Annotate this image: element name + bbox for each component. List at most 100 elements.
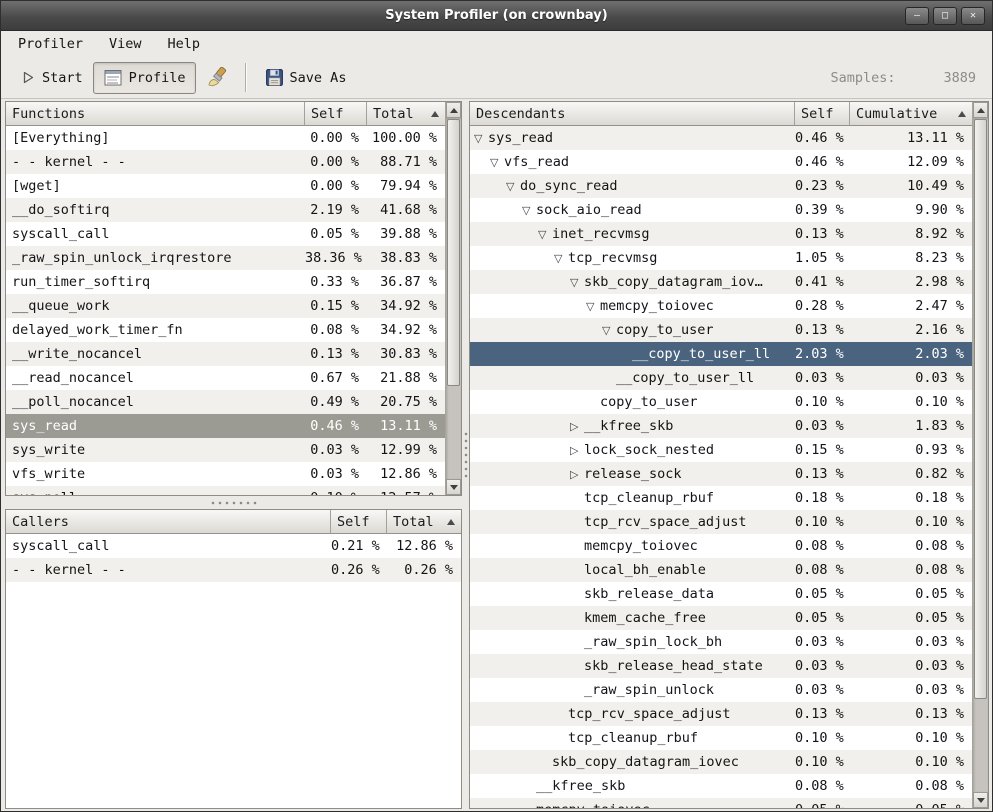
scrollbar-thumb[interactable]: [974, 119, 987, 699]
tree-expander-icon[interactable]: [474, 133, 488, 144]
start-button[interactable]: Start: [11, 64, 93, 92]
tree-row[interactable]: release_sock 0.13 % 0.82 %: [470, 462, 972, 486]
tree-row[interactable]: skb_copy_datagram_iovec 0.10 % 0.10 %: [470, 750, 972, 774]
column-header-descendants[interactable]: Descendants: [470, 102, 795, 126]
function-row[interactable]: [Everything] 0.00 % 100.00 %: [6, 126, 445, 150]
column-header-self[interactable]: Self: [795, 102, 850, 126]
horizontal-pane-splitter[interactable]: [5, 496, 462, 509]
function-row[interactable]: [wget] 0.00 % 79.94 %: [6, 174, 445, 198]
tree-row[interactable]: lock_sock_nested 0.15 % 0.93 %: [470, 438, 972, 462]
function-row[interactable]: __write_nocancel 0.13 % 30.83 %: [6, 342, 445, 366]
tree-row[interactable]: memcpy_toiovec 0.05 % 0.05 %: [470, 798, 972, 808]
column-header-cumulative[interactable]: Cumulative: [850, 102, 972, 126]
caller-row[interactable]: syscall_call 0.21 % 12.86 %: [6, 534, 461, 558]
minimize-button[interactable]: –: [905, 7, 929, 25]
function-row[interactable]: sys_write 0.03 % 12.99 %: [6, 438, 445, 462]
tree-row[interactable]: skb_release_data 0.05 % 0.05 %: [470, 582, 972, 606]
scrollbar-thumb[interactable]: [447, 119, 460, 386]
tree-row[interactable]: __kfree_skb 0.08 % 0.08 %: [470, 774, 972, 798]
function-row[interactable]: vfs_write 0.03 % 12.86 %: [6, 462, 445, 486]
function-row[interactable]: __poll_nocancel 0.49 % 20.75 %: [6, 390, 445, 414]
tree-expander-icon[interactable]: [554, 253, 568, 264]
tree-expander-icon[interactable]: [570, 445, 584, 456]
scrollbar-trough[interactable]: [973, 118, 988, 792]
column-header-self[interactable]: Self: [331, 510, 387, 534]
menu-view[interactable]: View: [96, 32, 155, 56]
descendant-cumulative-value: 0.10 %: [850, 754, 972, 770]
close-button[interactable]: ✕: [961, 7, 985, 25]
function-row[interactable]: __queue_work 0.15 % 34.92 %: [6, 294, 445, 318]
tree-row[interactable]: memcpy_toiovec 0.08 % 0.08 %: [470, 534, 972, 558]
tree-row[interactable]: vfs_read 0.46 % 12.09 %: [470, 150, 972, 174]
column-header-total[interactable]: Total: [367, 102, 445, 126]
function-total-value: 12.57 %: [367, 490, 445, 495]
scroll-up-button[interactable]: [446, 102, 461, 118]
tree-expander-icon[interactable]: [602, 325, 616, 336]
tree-expander-icon[interactable]: [586, 301, 600, 312]
menu-help[interactable]: Help: [155, 32, 214, 56]
function-self-value: 0.33 %: [305, 274, 367, 290]
function-row[interactable]: run_timer_softirq 0.33 % 36.87 %: [6, 270, 445, 294]
function-self-value: 0.10 %: [305, 490, 367, 495]
reset-button[interactable]: [196, 61, 237, 94]
tree-row[interactable]: __copy_to_user_ll 0.03 % 0.03 %: [470, 366, 972, 390]
column-header-functions[interactable]: Functions: [6, 102, 305, 126]
tree-expander-icon[interactable]: [506, 181, 520, 192]
caller-row[interactable]: - - kernel - - 0.26 % 0.26 %: [6, 558, 461, 582]
column-header-callers[interactable]: Callers: [6, 510, 331, 534]
tree-expander-icon[interactable]: [538, 229, 552, 240]
scroll-up-button[interactable]: [973, 102, 988, 118]
tree-row[interactable]: copy_to_user 0.13 % 2.16 %: [470, 318, 972, 342]
tree-row[interactable]: _raw_spin_lock_bh 0.03 % 0.03 %: [470, 630, 972, 654]
tree-expander-icon[interactable]: [570, 277, 584, 288]
tree-row[interactable]: tcp_cleanup_rbuf 0.10 % 0.10 %: [470, 726, 972, 750]
tree-expander-icon[interactable]: [570, 421, 584, 432]
sort-ascending-icon: [447, 519, 455, 525]
tree-row[interactable]: skb_copy_datagram_iov… 0.41 % 2.98 %: [470, 270, 972, 294]
functions-scrollbar[interactable]: [445, 102, 461, 495]
function-row[interactable]: sys_read 0.46 % 13.11 %: [6, 414, 445, 438]
tree-row[interactable]: skb_release_head_state 0.03 % 0.03 %: [470, 654, 972, 678]
function-name: run_timer_softirq: [6, 274, 305, 290]
function-row[interactable]: syscall_call 0.05 % 39.88 %: [6, 222, 445, 246]
descendant-name-cell: memcpy_toiovec: [470, 538, 795, 554]
tree-row[interactable]: memcpy_toiovec 0.28 % 2.47 %: [470, 294, 972, 318]
tree-expander-icon[interactable]: [490, 157, 504, 168]
descendant-name-cell: sock_aio_read: [470, 202, 795, 218]
menu-profiler[interactable]: Profiler: [5, 32, 96, 56]
tree-expander-icon[interactable]: [570, 469, 584, 480]
function-row[interactable]: sys_poll 0.10 % 12.57 %: [6, 486, 445, 495]
save-as-button[interactable]: Save As: [255, 62, 357, 93]
tree-row[interactable]: sock_aio_read 0.39 % 9.90 %: [470, 198, 972, 222]
tree-row[interactable]: copy_to_user 0.10 % 0.10 %: [470, 390, 972, 414]
tree-row[interactable]: __copy_to_user_ll 2.03 % 2.03 %: [470, 342, 972, 366]
descendant-name: memcpy_toiovec: [536, 802, 650, 808]
profile-toggle-button[interactable]: Profile: [93, 62, 196, 94]
function-row[interactable]: __do_softirq 2.19 % 41.68 %: [6, 198, 445, 222]
tree-row[interactable]: tcp_cleanup_rbuf 0.18 % 0.18 %: [470, 486, 972, 510]
function-row[interactable]: _raw_spin_unlock_irqrestore 38.36 % 38.8…: [6, 246, 445, 270]
tree-row[interactable]: sys_read 0.46 % 13.11 %: [470, 126, 972, 150]
scroll-down-button[interactable]: [446, 479, 461, 495]
tree-row[interactable]: local_bh_enable 0.08 % 0.08 %: [470, 558, 972, 582]
scrollbar-trough[interactable]: [446, 118, 461, 479]
column-header-total[interactable]: Total: [387, 510, 461, 534]
tree-row[interactable]: inet_recvmsg 0.13 % 8.92 %: [470, 222, 972, 246]
column-header-self[interactable]: Self: [305, 102, 367, 126]
function-row[interactable]: - - kernel - - 0.00 % 88.71 %: [6, 150, 445, 174]
vertical-pane-splitter[interactable]: [462, 101, 469, 809]
tree-row[interactable]: tcp_rcv_space_adjust 0.13 % 0.13 %: [470, 702, 972, 726]
tree-row[interactable]: do_sync_read 0.23 % 10.49 %: [470, 174, 972, 198]
scroll-down-button[interactable]: [973, 792, 988, 808]
tree-row[interactable]: tcp_recvmsg 1.05 % 8.23 %: [470, 246, 972, 270]
descendants-scrollbar[interactable]: [972, 102, 988, 808]
tree-row[interactable]: kmem_cache_free 0.05 % 0.05 %: [470, 606, 972, 630]
tree-row[interactable]: __kfree_skb 0.03 % 1.83 %: [470, 414, 972, 438]
tree-row[interactable]: _raw_spin_unlock 0.03 % 0.03 %: [470, 678, 972, 702]
maximize-button[interactable]: □: [933, 7, 957, 25]
function-row[interactable]: delayed_work_timer_fn 0.08 % 34.92 %: [6, 318, 445, 342]
function-row[interactable]: __read_nocancel 0.67 % 21.88 %: [6, 366, 445, 390]
tree-row[interactable]: tcp_rcv_space_adjust 0.10 % 0.10 %: [470, 510, 972, 534]
tree-expander-icon[interactable]: [522, 205, 536, 216]
descendant-cumulative-value: 0.10 %: [850, 514, 972, 530]
